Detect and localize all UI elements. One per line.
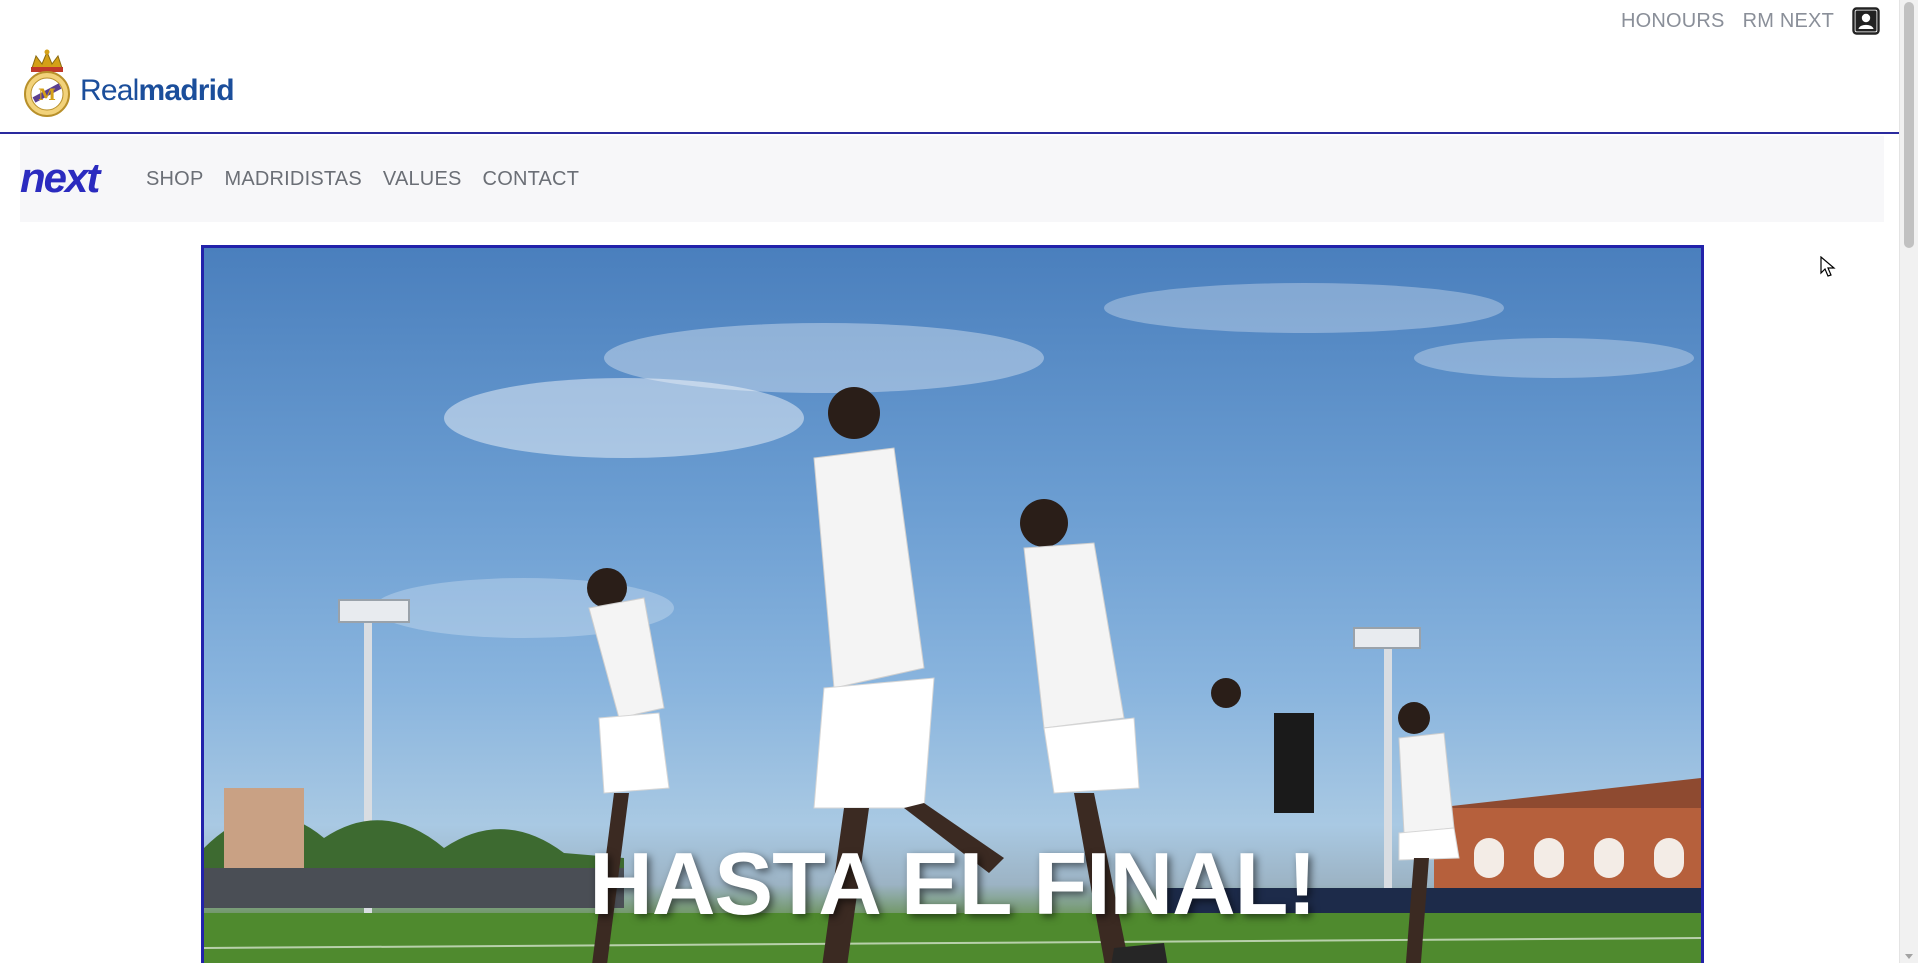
nav-item-shop[interactable]: SHOP xyxy=(146,168,203,191)
header-divider xyxy=(0,132,1900,134)
main-navbar: next SHOP MADRIDISTAS VALUES CONTACT xyxy=(20,136,1884,222)
nav-item-values[interactable]: VALUES xyxy=(383,168,462,191)
honours-link[interactable]: HONOURS xyxy=(1621,10,1725,33)
real-madrid-crest-icon: M xyxy=(20,48,74,125)
nav-item-madridistas[interactable]: MADRIDISTAS xyxy=(224,168,361,191)
page-scrollbar[interactable] xyxy=(1899,0,1918,963)
user-account-icon[interactable] xyxy=(1852,7,1880,35)
top-links: HONOURS RM NEXT xyxy=(1621,7,1880,35)
hero-banner[interactable]: HASTA EL FINAL! xyxy=(201,245,1704,963)
scroll-down-arrow-icon[interactable] xyxy=(1905,954,1913,959)
svg-text:M: M xyxy=(38,85,56,104)
real-madrid-logo[interactable]: M Realmadrid xyxy=(20,48,235,125)
wordmark-light: Real xyxy=(80,73,139,107)
wordmark-bold: madrid xyxy=(138,73,235,107)
scrollbar-thumb[interactable] xyxy=(1904,2,1914,248)
rm-next-logo[interactable]: next xyxy=(20,154,118,202)
rm-next-link[interactable]: RM NEXT xyxy=(1743,10,1834,33)
real-madrid-wordmark: Realmadrid xyxy=(80,73,235,108)
mouse-cursor-icon xyxy=(1820,256,1836,277)
next-logo-text: next xyxy=(20,156,102,201)
hero-title: HASTA EL FINAL! xyxy=(589,834,1316,933)
nav-item-contact[interactable]: CONTACT xyxy=(483,168,580,191)
page: HONOURS RM NEXT M Realmadrid next SHOP M… xyxy=(0,0,1900,963)
